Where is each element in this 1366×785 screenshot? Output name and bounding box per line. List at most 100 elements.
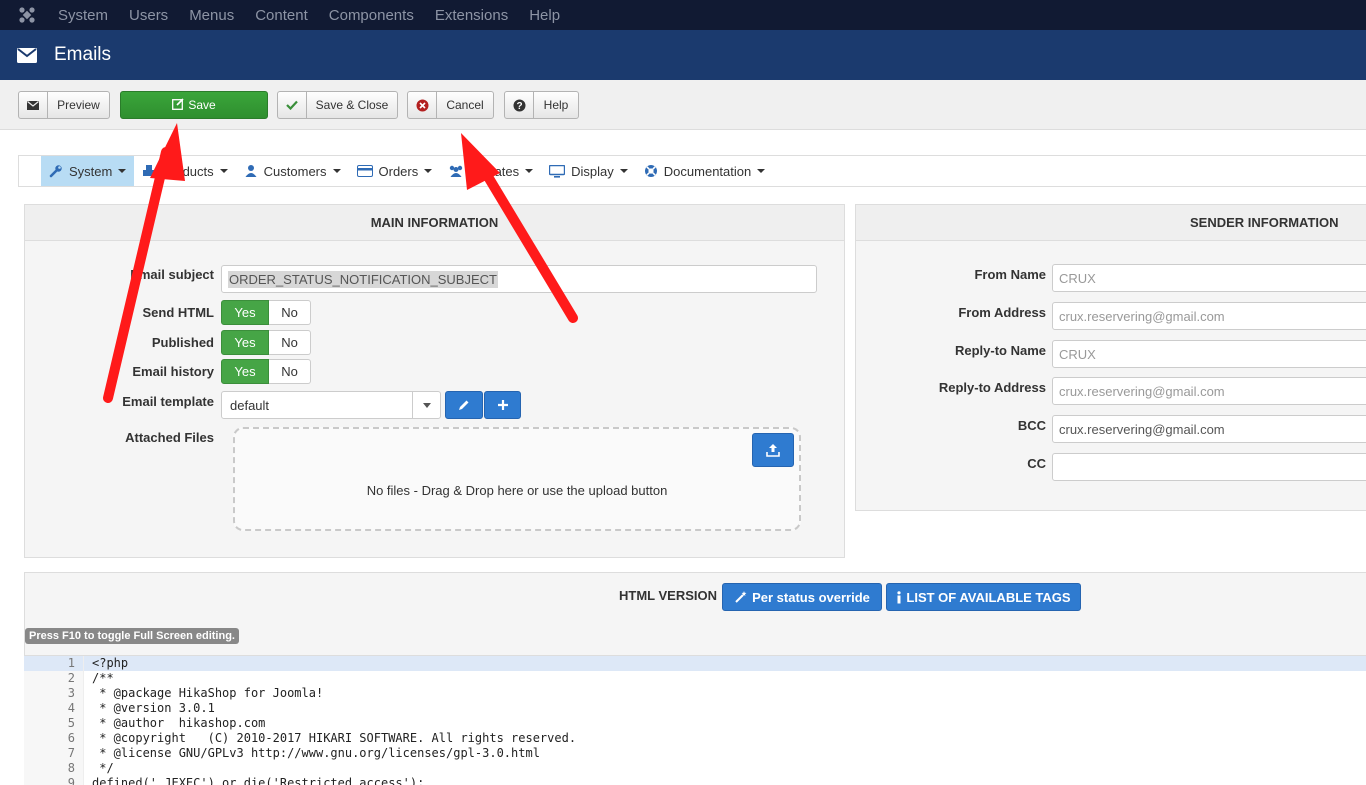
title-bar: Emails: [0, 30, 1366, 80]
top-menu-bar: System Users Menus Content Components Ex…: [0, 0, 1366, 30]
nav-affiliates[interactable]: Affiliates: [440, 156, 541, 186]
code-line: 3 * @package HikaShop for Joomla!: [24, 686, 1366, 701]
published-label: Published: [151, 335, 214, 350]
save-label: Save: [188, 98, 216, 112]
nav-documentation[interactable]: Documentation: [636, 156, 773, 186]
main-information-header: MAIN INFORMATION: [25, 205, 844, 241]
menu-menus[interactable]: Menus: [189, 7, 234, 24]
cancel-label: Cancel: [446, 98, 484, 112]
main-information-panel: MAIN INFORMATION Email subject ORDER_STA…: [24, 204, 845, 558]
html-version-title: HTML VERSION: [619, 588, 717, 603]
nav-system[interactable]: System: [41, 156, 135, 186]
preview-button[interactable]: Preview: [18, 91, 110, 119]
preview-label: Preview: [57, 98, 100, 112]
nav-display[interactable]: Display: [541, 156, 636, 186]
joomla-logo-icon[interactable]: [0, 0, 54, 30]
from-address-field[interactable]: crux.reservering@gmail.com: [1052, 302, 1366, 330]
bcc-label: BCC: [1017, 418, 1046, 433]
code-line: 7 * @license GNU/GPLv3 http://www.gnu.or…: [24, 746, 1366, 761]
menu-users[interactable]: Users: [129, 7, 168, 24]
nav-orders-label: Orders: [378, 163, 419, 179]
caret-down-icon: [619, 169, 628, 173]
cc-field[interactable]: [1052, 453, 1366, 481]
code-line: 9 defined('_JEXEC') or die('Restricted ac…: [24, 776, 1366, 785]
monitor-icon: [549, 164, 566, 178]
help-button[interactable]: ? Help: [504, 91, 579, 119]
fullscreen-tip: Press F10 to toggle Full Screen editing.: [25, 628, 239, 644]
magic-wand-icon: [735, 591, 747, 603]
send-html-yes[interactable]: Yes: [221, 300, 269, 325]
nav-products[interactable]: Products: [134, 156, 235, 186]
published-no[interactable]: No: [269, 330, 311, 355]
nav-customers-label: Customers: [263, 163, 327, 179]
reply-to-address-field[interactable]: crux.reservering@gmail.com: [1052, 377, 1366, 405]
info-icon: [897, 590, 902, 603]
code-line: 4 * @version 3.0.1: [24, 701, 1366, 716]
per-status-override-label: Per status override: [752, 589, 870, 605]
menu-components[interactable]: Components: [329, 7, 414, 24]
wrench-icon: [49, 165, 62, 178]
toolbar: Preview Save Save & Close Cancel ? Help: [0, 80, 1366, 130]
email-subject-field[interactable]: ORDER_STATUS_NOTIFICATION_SUBJECT: [221, 265, 817, 293]
add-template-button[interactable]: [484, 391, 521, 419]
email-history-label: Email history: [132, 364, 214, 379]
cubes-icon: [143, 165, 156, 176]
reply-to-name-label: Reply-to Name: [954, 343, 1046, 358]
page-title: Emails: [54, 44, 112, 65]
nav-products-label: Products: [162, 163, 214, 179]
nav-documentation-label: Documentation: [663, 163, 752, 179]
cancel-circle-icon: [408, 92, 437, 118]
menu-content[interactable]: Content: [255, 7, 308, 24]
save-close-label: Save & Close: [315, 98, 389, 112]
menu-extensions[interactable]: Extensions: [435, 7, 508, 24]
nav-display-label: Display: [571, 163, 614, 179]
from-name-field[interactable]: CRUX: [1052, 264, 1366, 292]
email-template-label: Email template: [122, 394, 214, 409]
per-status-override-button[interactable]: Per status override: [722, 583, 882, 611]
code-line: 5 * @author hikashop.com: [24, 716, 1366, 731]
email-subject-label: Email subject: [130, 267, 214, 282]
sender-information-header: SENDER INFORMATION: [856, 205, 1366, 241]
bcc-field[interactable]: crux.reservering@gmail.com: [1052, 415, 1366, 443]
email-history-yes[interactable]: Yes: [221, 359, 269, 384]
code-editor[interactable]: 1 <?php 2/** 3 * @package HikaShop for Jo…: [24, 655, 1366, 785]
send-html-toggle: Yes No: [221, 300, 311, 325]
component-navbar: System Products Customers Orders Affilia…: [18, 155, 1366, 187]
save-button[interactable]: Save: [120, 91, 268, 119]
caret-down-icon: [118, 169, 127, 173]
email-template-value: default: [230, 397, 270, 413]
caret-down-icon: [424, 169, 433, 173]
published-yes[interactable]: Yes: [221, 330, 269, 355]
list-of-tags-button[interactable]: LIST OF AVAILABLE TAGS: [886, 583, 1081, 611]
nav-orders[interactable]: Orders: [349, 156, 441, 186]
edit-template-button[interactable]: [445, 391, 483, 419]
question-icon: ?: [505, 92, 534, 118]
email-history-no[interactable]: No: [269, 359, 311, 384]
email-template-select[interactable]: default: [221, 391, 441, 419]
code-line: 1 <?php: [24, 656, 1366, 671]
nav-customers[interactable]: Customers: [236, 156, 349, 186]
envelope-icon: [0, 47, 54, 63]
caret-down-icon: [412, 392, 440, 418]
menu-help[interactable]: Help: [529, 7, 560, 24]
dropzone-text: No files - Drag & Drop here or use the u…: [366, 483, 668, 498]
svg-text:?: ?: [516, 101, 522, 112]
cancel-button[interactable]: Cancel: [407, 91, 494, 119]
sender-information-panel: SENDER INFORMATION From Name CRUX From A…: [855, 204, 1366, 511]
plus-icon: [497, 400, 508, 410]
caret-down-icon: [219, 169, 228, 173]
nav-system-label: System: [69, 163, 113, 179]
reply-to-name-field[interactable]: CRUX: [1052, 340, 1366, 368]
code-line: 6 * @copyright (C) 2010-2017 HIKARI SOFT…: [24, 731, 1366, 746]
reply-to-address-label: Reply-to Address: [938, 380, 1046, 395]
menu-system[interactable]: System: [58, 7, 108, 24]
email-subject-value: ORDER_STATUS_NOTIFICATION_SUBJECT: [228, 270, 498, 288]
send-html-no[interactable]: No: [269, 300, 311, 325]
caret-down-icon: [525, 169, 534, 173]
edit-icon: [172, 97, 184, 113]
credit-card-icon: [356, 165, 373, 177]
upload-button[interactable]: [752, 433, 794, 467]
save-close-button[interactable]: Save & Close: [277, 91, 398, 119]
send-html-label: Send HTML: [142, 305, 215, 320]
attached-files-dropzone[interactable]: No files - Drag & Drop here or use the u…: [233, 427, 801, 531]
